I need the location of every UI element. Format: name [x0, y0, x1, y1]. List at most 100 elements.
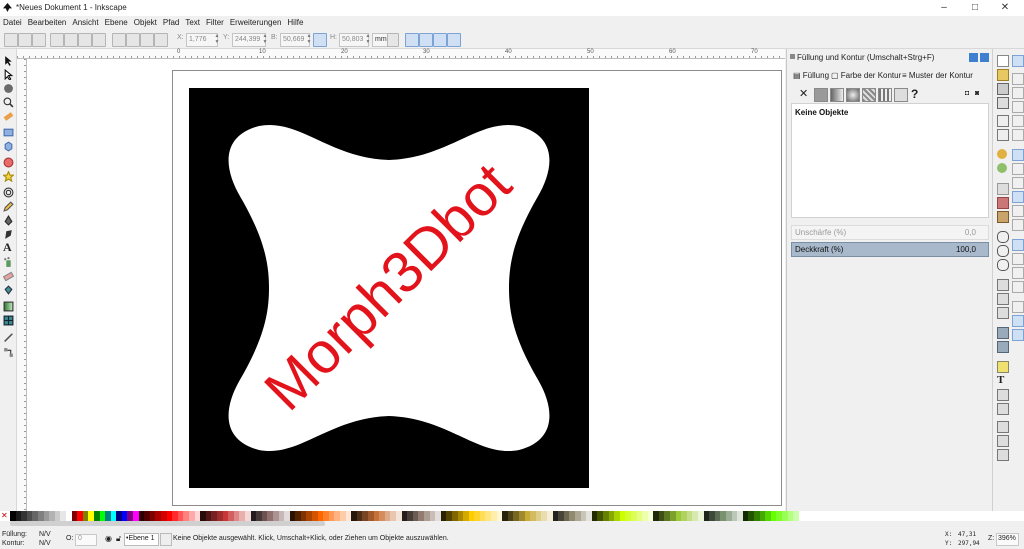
- connector-tool-icon[interactable]: [3, 347, 14, 358]
- new-document-icon[interactable]: [997, 55, 1009, 67]
- 3d-box-tool-icon[interactable]: [3, 141, 14, 152]
- unit-dropdown-icon[interactable]: [387, 33, 399, 47]
- eraser-tool-icon[interactable]: [3, 271, 14, 282]
- height-spinner-icon[interactable]: ▲ ▼: [365, 33, 371, 45]
- no-color-icon[interactable]: ✕: [1, 512, 9, 520]
- menu-pfad[interactable]: Pfad: [160, 16, 182, 29]
- fill-rule-nonzero-icon[interactable]: ◙: [975, 90, 979, 97]
- measure-tool-icon[interactable]: [3, 111, 14, 122]
- print-icon[interactable]: [997, 97, 1009, 109]
- layer-visibility-icon[interactable]: ◉: [105, 534, 112, 543]
- dialog-iconify-icon[interactable]: [969, 53, 978, 62]
- snap-midpoints-icon[interactable]: [1012, 219, 1024, 231]
- stroke-indicator-value[interactable]: N/V: [39, 540, 51, 547]
- group-icon[interactable]: [997, 327, 1009, 339]
- y-field[interactable]: 244,399: [232, 33, 266, 47]
- swatch-icon[interactable]: [894, 88, 908, 102]
- menu-ansicht[interactable]: Ansicht: [69, 16, 101, 29]
- snap-paths-icon[interactable]: [1012, 163, 1024, 175]
- lower-icon[interactable]: [140, 33, 154, 47]
- move-gradients-icon[interactable]: [433, 33, 447, 47]
- calligraphy-tool-icon[interactable]: [3, 229, 14, 240]
- tab-stroke-paint[interactable]: ▢ Farbe der Kontur: [831, 71, 901, 80]
- cut-icon[interactable]: [997, 197, 1009, 209]
- menu-text[interactable]: Text: [182, 16, 203, 29]
- save-icon[interactable]: [997, 83, 1009, 95]
- snap-guide-icon[interactable]: [1012, 329, 1024, 341]
- menu-ebene[interactable]: Ebene: [102, 16, 131, 29]
- text-tool-icon[interactable]: A: [3, 241, 14, 253]
- x-spinner-icon[interactable]: ▲ ▼: [214, 33, 220, 45]
- artwork[interactable]: Morph3Dbot: [189, 88, 589, 488]
- text-font-icon[interactable]: T: [997, 375, 1007, 386]
- mesh-gradient-icon[interactable]: [862, 88, 876, 102]
- menu-erweiterungen[interactable]: Erweiterungen: [227, 16, 285, 29]
- raise-icon[interactable]: [126, 33, 140, 47]
- menu-datei[interactable]: Datei: [0, 16, 25, 29]
- maximize-button[interactable]: □: [968, 2, 982, 14]
- select-all-layers-icon[interactable]: [18, 33, 32, 47]
- snap-intersections-icon[interactable]: [1012, 177, 1024, 189]
- linear-gradient-icon[interactable]: [830, 88, 844, 102]
- snap-bbox-midpoint-icon[interactable]: [1012, 115, 1024, 127]
- snap-cusp-nodes-icon[interactable]: [1012, 191, 1024, 203]
- undo-icon[interactable]: [997, 149, 1007, 159]
- tab-fill[interactable]: ▤ Füllung: [793, 71, 829, 80]
- menu-hilfe[interactable]: Hilfe: [284, 16, 306, 29]
- scale-corners-icon[interactable]: [419, 33, 433, 47]
- menu-objekt[interactable]: Objekt: [131, 16, 160, 29]
- layer-dropdown-icon[interactable]: [160, 533, 172, 546]
- document-properties-icon[interactable]: [997, 435, 1009, 447]
- zoom-page-icon[interactable]: [997, 259, 1009, 271]
- align-distribute-icon[interactable]: [997, 403, 1009, 415]
- scripts-icon[interactable]: [997, 449, 1009, 461]
- flip-horizontal-icon[interactable]: [78, 33, 92, 47]
- flip-vertical-icon[interactable]: [92, 33, 106, 47]
- palette-swatch[interactable]: [793, 511, 799, 521]
- clone-icon[interactable]: [997, 293, 1009, 305]
- snap-bbox-corner-icon[interactable]: [1012, 101, 1024, 113]
- import-icon[interactable]: [997, 115, 1009, 127]
- snap-bbox-edge-icon[interactable]: [1012, 87, 1024, 99]
- layer-lock-icon[interactable]: 🔓︎: [116, 534, 121, 544]
- snap-bbox-center-icon[interactable]: [1012, 129, 1024, 141]
- node-tool-icon[interactable]: [3, 69, 14, 80]
- dialog-grip-icon[interactable]: [790, 54, 795, 59]
- ungroup-icon[interactable]: [997, 341, 1009, 353]
- snap-bbox-icon[interactable]: [1012, 73, 1024, 85]
- snap-enable-icon[interactable]: [1012, 55, 1024, 67]
- copy-icon[interactable]: [997, 183, 1009, 195]
- scale-stroke-icon[interactable]: [405, 33, 419, 47]
- fill-stroke-icon[interactable]: [997, 361, 1009, 373]
- menu-bearbeiten[interactable]: Bearbeiten: [25, 16, 70, 29]
- zoom-field[interactable]: 396%: [996, 533, 1019, 546]
- snap-others-icon[interactable]: [1012, 239, 1024, 251]
- zoom-drawing-icon[interactable]: [997, 245, 1009, 257]
- pattern-icon[interactable]: [878, 88, 892, 102]
- preferences-icon[interactable]: [997, 421, 1009, 433]
- radial-gradient-icon[interactable]: [846, 88, 860, 102]
- flat-color-icon[interactable]: [814, 88, 828, 102]
- blur-slider[interactable]: Unschärfe (%) 0,0: [791, 225, 989, 240]
- select-all-icon[interactable]: [4, 33, 18, 47]
- no-paint-icon[interactable]: ✕: [799, 88, 808, 100]
- snap-text-baseline-icon[interactable]: [1012, 281, 1024, 293]
- pencil-tool-icon[interactable]: [3, 201, 14, 212]
- horizontal-ruler[interactable]: 0 10 20 30 40 50 60 70: [17, 49, 785, 59]
- rectangle-tool-icon[interactable]: [3, 127, 14, 138]
- mesh-tool-icon[interactable]: [3, 315, 14, 326]
- xml-editor-icon[interactable]: [997, 389, 1009, 401]
- paint-bucket-tool-icon[interactable]: [3, 285, 14, 296]
- fill-rule-evenodd-icon[interactable]: ◘: [965, 90, 969, 97]
- layer-select[interactable]: •Ebene 1: [124, 533, 159, 546]
- redo-icon[interactable]: [997, 163, 1007, 173]
- vertical-ruler[interactable]: [17, 59, 27, 511]
- snap-centers-icon[interactable]: [1012, 253, 1024, 265]
- snap-page-border-icon[interactable]: [1012, 301, 1024, 313]
- snap-rotation-centers-icon[interactable]: [1012, 267, 1024, 279]
- dropper-tool-icon[interactable]: [3, 331, 14, 342]
- tab-stroke-style[interactable]: ≡ Muster der Kontur: [902, 71, 973, 80]
- spiral-tool-icon[interactable]: [3, 187, 14, 198]
- unset-paint-icon[interactable]: ?: [911, 87, 918, 101]
- snap-nodes-icon[interactable]: [1012, 149, 1024, 161]
